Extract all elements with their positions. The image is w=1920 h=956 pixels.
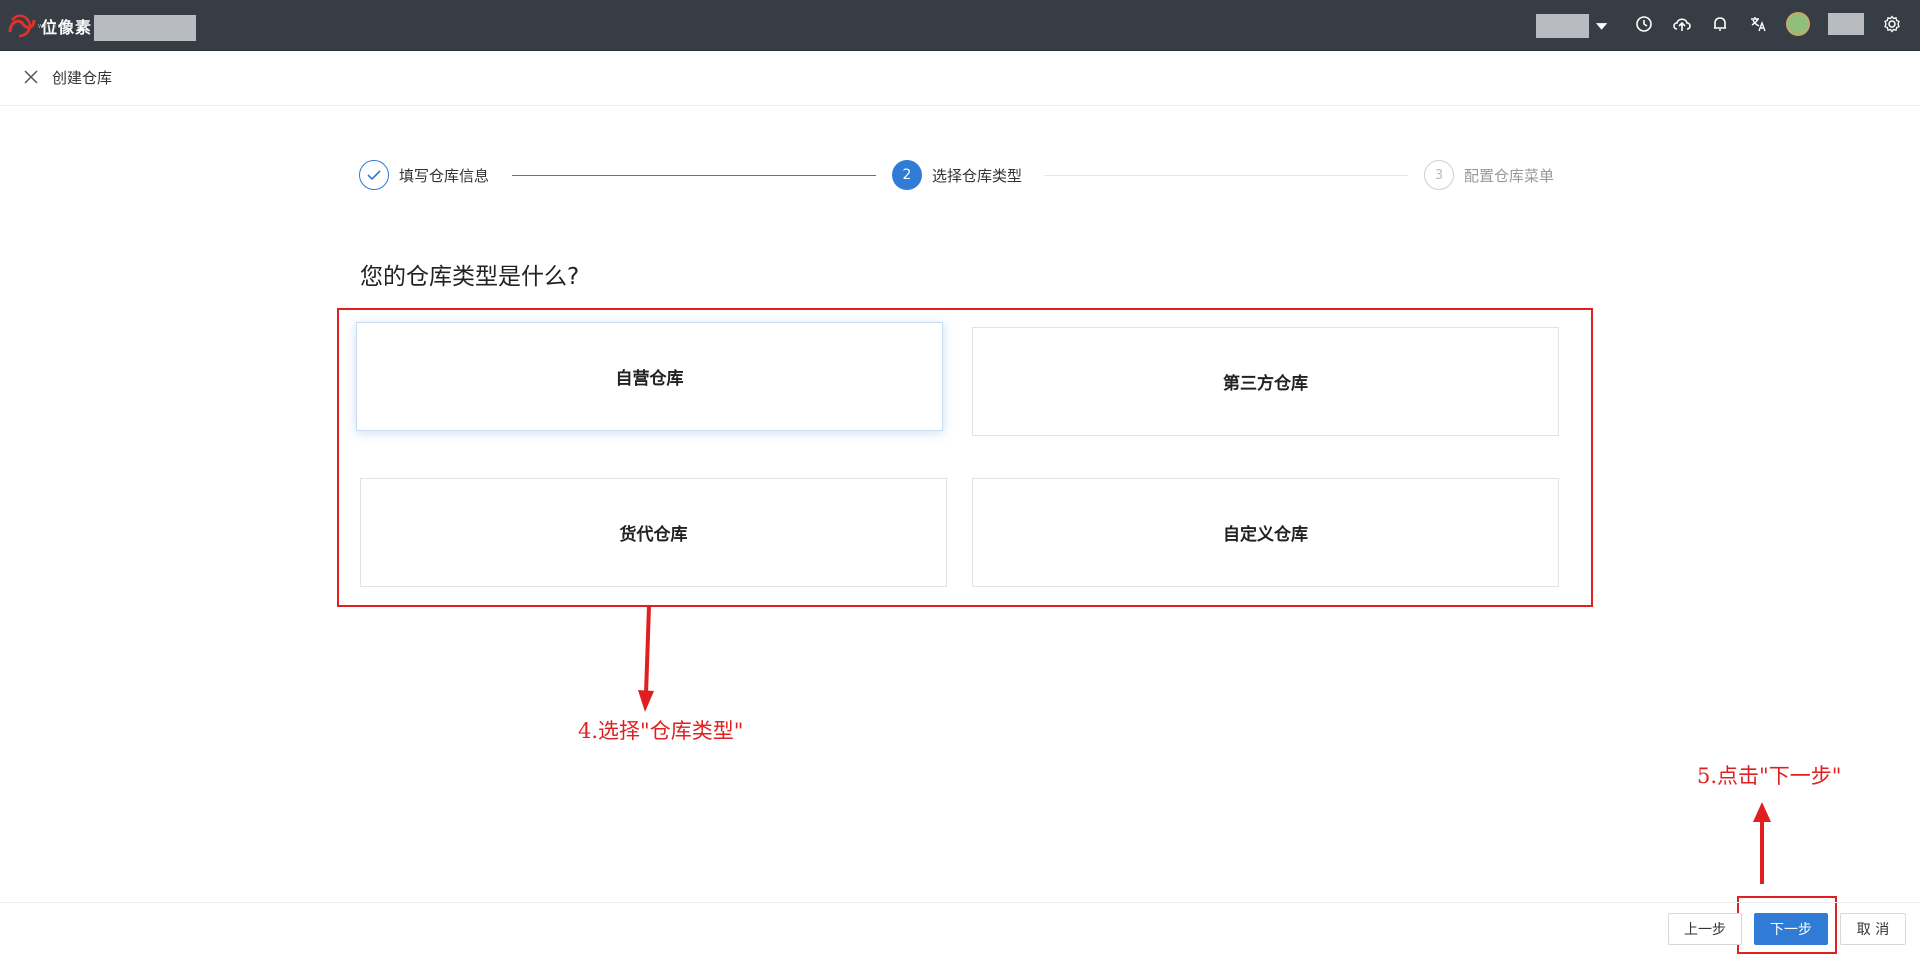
- step-2: 2 选择仓库类型: [892, 158, 1022, 192]
- step-1: 填写仓库信息: [359, 158, 489, 192]
- cloud-upload-icon[interactable]: [1672, 14, 1692, 34]
- step-3: 3 配置仓库菜单: [1424, 158, 1554, 192]
- annotation-highlight-cards: [337, 308, 1593, 607]
- annotation-arrow-down-icon: [638, 605, 654, 712]
- prev-step-button[interactable]: 上一步: [1668, 913, 1742, 945]
- toolbar-icons: [1634, 12, 1902, 36]
- step-3-number: 3: [1424, 160, 1454, 190]
- step-2-label: 选择仓库类型: [932, 166, 1023, 185]
- page-header: [0, 51, 1920, 106]
- gear-icon[interactable]: [1882, 14, 1902, 34]
- annotation-arrow-up-icon: [1753, 802, 1771, 884]
- logo-icon: [8, 14, 36, 38]
- caret-down-icon: [1595, 23, 1608, 30]
- history-icon[interactable]: [1634, 14, 1654, 34]
- redacted-workspace-name: [94, 15, 196, 41]
- footer-bar: [0, 902, 1920, 956]
- page-title: 创建仓库: [52, 69, 113, 87]
- step-2-number: 2: [892, 160, 922, 190]
- organization-select[interactable]: [1536, 14, 1608, 38]
- next-step-button[interactable]: 下一步: [1754, 913, 1828, 945]
- step-connector-1: [512, 175, 876, 176]
- close-icon[interactable]: [22, 68, 40, 86]
- step-connector-2: [1044, 175, 1408, 176]
- check-icon: [359, 160, 389, 190]
- redacted-user-name: [1828, 13, 1864, 35]
- bell-icon[interactable]: [1710, 14, 1730, 34]
- cancel-button[interactable]: 取 消: [1840, 913, 1906, 945]
- logo-subtext: WEI XIANG SU: [38, 24, 86, 30]
- annotation-step5-text: 5.点击"下一步": [1697, 764, 1842, 788]
- top-navbar: 位像素 WEI XIANG SU: [0, 0, 1920, 51]
- redacted-org-name: [1536, 14, 1589, 38]
- avatar[interactable]: [1786, 12, 1810, 36]
- step-1-label: 填写仓库信息: [399, 166, 490, 185]
- step-3-label: 配置仓库菜单: [1464, 166, 1555, 185]
- question-heading: 您的仓库类型是什么?: [360, 264, 580, 290]
- annotation-step4-text: 4.选择"仓库类型": [578, 719, 744, 743]
- translate-icon[interactable]: [1748, 14, 1768, 34]
